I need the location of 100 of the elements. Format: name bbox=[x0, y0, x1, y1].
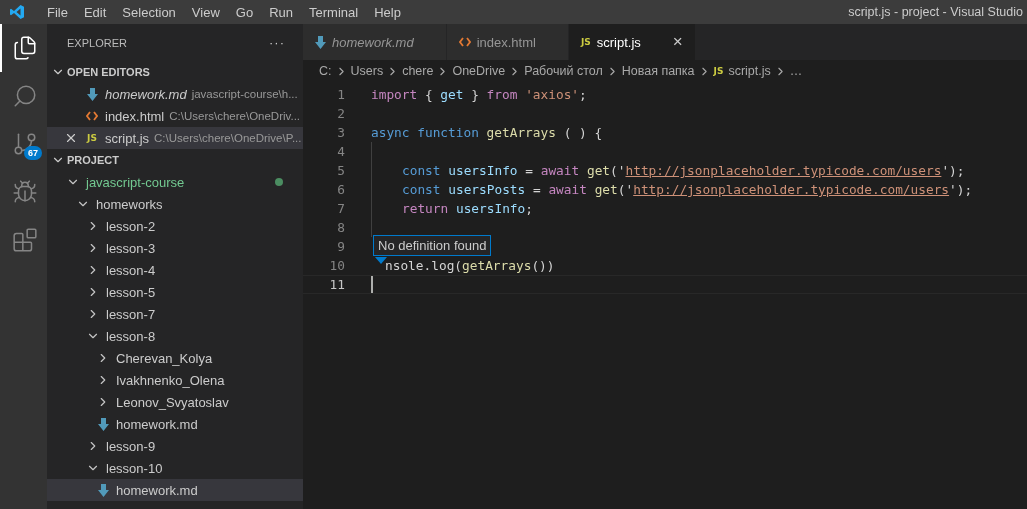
line-number: 9 bbox=[336, 239, 345, 254]
breadcrumb-item[interactable]: chere bbox=[402, 64, 434, 78]
line-number: 5 bbox=[336, 163, 345, 178]
tooltip-pointer-icon bbox=[375, 257, 387, 264]
file-path: C:\Users\chere\OneDrive\P... bbox=[154, 132, 302, 144]
breadcrumb-text: script.js bbox=[728, 64, 771, 78]
line-number: 3 bbox=[336, 125, 345, 140]
file-name: Ivakhnenko_Olena bbox=[116, 372, 225, 388]
tree-item[interactable]: javascript-course bbox=[47, 171, 303, 193]
file-name: lesson-7 bbox=[106, 306, 156, 322]
editor-tab[interactable]: JS script.js × bbox=[568, 24, 696, 60]
file-name: lesson-9 bbox=[106, 438, 156, 454]
js-file-icon: JS bbox=[580, 37, 591, 47]
section-header[interactable]: PROJECT bbox=[47, 149, 303, 171]
menu-item[interactable]: Run bbox=[261, 4, 301, 20]
code-line: nsole.log(getArrays()) bbox=[385, 257, 555, 275]
file-name: index.html bbox=[105, 108, 165, 124]
editor-tab[interactable]: index.html bbox=[446, 24, 569, 60]
open-editor-item[interactable]: index.html C:\Users\chere\OneDriv... bbox=[47, 105, 303, 127]
code-line: async function getArrays ( ) { bbox=[371, 124, 603, 142]
open-editor-item[interactable]: homework.md javascript-course\h... bbox=[47, 83, 303, 105]
menu-item[interactable]: Terminal bbox=[301, 4, 367, 20]
bug-icon bbox=[11, 179, 38, 205]
file-path: C:\Users\chere\OneDriv... bbox=[169, 110, 301, 122]
breadcrumb-item[interactable]: C: bbox=[319, 64, 332, 78]
code-brackets-icon bbox=[458, 37, 471, 47]
extensions-icon bbox=[11, 227, 38, 253]
tree-item[interactable]: Cherevan_Kolya bbox=[47, 347, 303, 369]
download-arrow-icon bbox=[315, 35, 326, 49]
file-name: lesson-8 bbox=[106, 328, 156, 344]
line-number: 7 bbox=[336, 201, 345, 216]
hover-tooltip: No definition found bbox=[373, 235, 492, 256]
tree-item[interactable]: lesson-10 bbox=[47, 457, 303, 479]
menu-item[interactable]: File bbox=[39, 4, 76, 20]
app-logo-icon bbox=[9, 4, 25, 20]
code-line: const usersPosts = await get('http://jsonplaceholder.typicode.com/users'); bbox=[402, 181, 973, 199]
file-name: Leonov_Svyatoslav bbox=[116, 394, 229, 410]
tree-item[interactable]: homework.md bbox=[47, 479, 303, 501]
file-name: lesson-2 bbox=[106, 218, 156, 234]
download-arrow-icon bbox=[86, 87, 98, 101]
tree-item[interactable]: lesson-3 bbox=[47, 237, 303, 259]
menu-item[interactable]: Selection bbox=[114, 4, 184, 20]
line-number: 2 bbox=[336, 106, 345, 121]
file-name: homework.md bbox=[116, 482, 198, 498]
line-number: 8 bbox=[336, 220, 345, 235]
file-name: lesson-10 bbox=[106, 460, 163, 476]
code-line: const usersInfo = await get('http://jsonplaceholder.typicode.com/users'); bbox=[402, 162, 965, 180]
files-icon bbox=[11, 35, 38, 61]
breadcrumb-item[interactable]: … bbox=[789, 64, 803, 78]
breadcrumb-item[interactable]: JS script.js bbox=[713, 64, 771, 78]
editor-tab[interactable]: homework.md bbox=[303, 24, 447, 60]
download-arrow-icon bbox=[97, 483, 109, 497]
file-name: javascript-course bbox=[86, 174, 185, 190]
code-brackets-icon bbox=[86, 111, 98, 121]
line-number: 11 bbox=[328, 277, 345, 292]
section-header[interactable]: OPEN EDITORS bbox=[47, 61, 303, 83]
text-cursor bbox=[371, 276, 373, 293]
breadcrumb-item[interactable]: Рабочий стол bbox=[524, 64, 603, 78]
breadcrumb-item[interactable]: OneDrive bbox=[452, 64, 506, 78]
tree-item[interactable]: lesson-7 bbox=[47, 303, 303, 325]
tree-item[interactable]: homework.md bbox=[47, 413, 303, 435]
line-number: 1 bbox=[336, 87, 345, 102]
open-editor-item[interactable]: JS script.js C:\Users\chere\OneDrive\P... bbox=[47, 127, 303, 149]
close-button[interactable]: × bbox=[666, 32, 683, 52]
menu-item[interactable]: View bbox=[183, 4, 228, 20]
file-name: lesson-5 bbox=[106, 284, 156, 300]
activity-button[interactable]: 67 bbox=[0, 120, 47, 168]
tree-item[interactable]: homeworks bbox=[47, 193, 303, 215]
file-name: homework.md bbox=[105, 86, 187, 102]
menu-item[interactable]: Help bbox=[366, 4, 409, 20]
line-number: 6 bbox=[336, 182, 345, 197]
file-name: homeworks bbox=[96, 196, 163, 212]
line-number: 4 bbox=[336, 144, 345, 159]
tree-item[interactable]: lesson-8 bbox=[47, 325, 303, 347]
tree-item[interactable]: Ivakhnenko_Olena bbox=[47, 369, 303, 391]
more-actions-button[interactable]: ··· bbox=[269, 35, 285, 50]
sidebar-title: EXPLORER bbox=[67, 36, 127, 49]
tree-item[interactable]: lesson-9 bbox=[47, 435, 303, 457]
line-number: 10 bbox=[328, 258, 345, 273]
download-arrow-icon bbox=[97, 417, 109, 431]
close-icon bbox=[64, 131, 78, 145]
file-name: lesson-4 bbox=[106, 262, 156, 278]
tree-item[interactable]: lesson-4 bbox=[47, 259, 303, 281]
menu-item[interactable]: Go bbox=[227, 4, 262, 20]
status-dot bbox=[275, 178, 283, 186]
tree-item[interactable]: Leonov_Svyatoslav bbox=[47, 391, 303, 413]
tree-item[interactable]: lesson-5 bbox=[47, 281, 303, 303]
code-line: import { get } from 'axios'; bbox=[371, 86, 587, 104]
file-path: javascript-course\h... bbox=[191, 88, 298, 100]
tree-item[interactable]: lesson-2 bbox=[47, 215, 303, 237]
breadcrumb-item[interactable]: Новая папка bbox=[621, 64, 695, 78]
window-title: script.js - project - Visual Studio bbox=[848, 5, 1024, 19]
file-name: lesson-3 bbox=[106, 240, 156, 256]
breadcrumb-item[interactable]: Users bbox=[350, 64, 384, 78]
code-line: return usersInfo; bbox=[402, 200, 533, 218]
js-file-icon: JS bbox=[87, 133, 97, 143]
file-name: script.js bbox=[105, 130, 150, 146]
count-badge: 67 bbox=[24, 146, 42, 160]
file-name: homework.md bbox=[116, 416, 198, 432]
menu-item[interactable]: Edit bbox=[75, 4, 115, 20]
